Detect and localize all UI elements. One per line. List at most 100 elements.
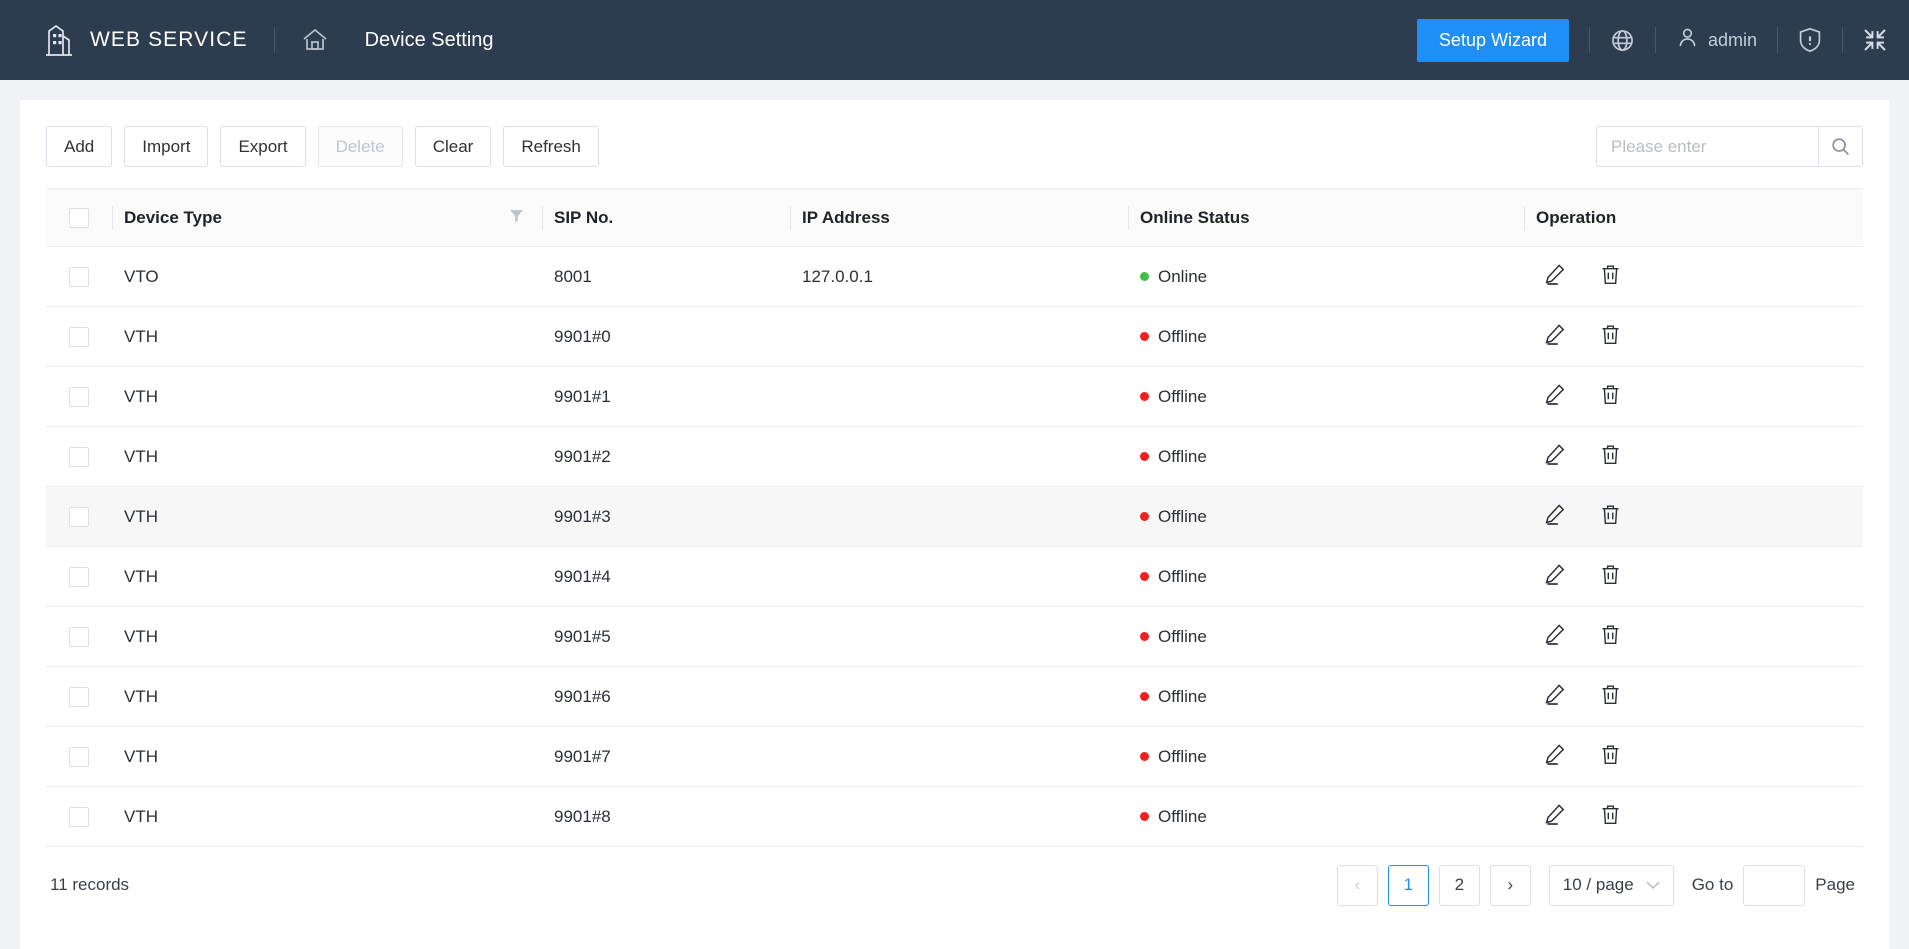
status-dot — [1140, 692, 1149, 701]
globe-icon[interactable] — [1610, 28, 1635, 53]
row-select-cell — [46, 426, 112, 487]
edit-icon[interactable] — [1544, 683, 1566, 710]
cell-sip-no: 9901#4 — [542, 546, 790, 607]
cell-sip-no: 9901#7 — [542, 726, 790, 787]
edit-icon[interactable] — [1544, 623, 1566, 650]
collapse-icon[interactable] — [1863, 28, 1887, 52]
edit-icon[interactable] — [1544, 743, 1566, 770]
search-input[interactable] — [1596, 126, 1818, 167]
edit-icon[interactable] — [1544, 263, 1566, 290]
user-menu[interactable]: admin — [1676, 26, 1757, 54]
cell-device-type: VTH — [112, 426, 542, 487]
row-select-cell — [46, 666, 112, 727]
column-device-type-label: Device Type — [124, 207, 222, 227]
clear-button[interactable]: Clear — [414, 126, 492, 167]
table-row[interactable]: VTH 9901#4 Offline — [46, 546, 1863, 607]
pagination-page-1[interactable]: 1 — [1387, 864, 1429, 906]
table-row[interactable]: VTH 9901#3 Offline — [46, 486, 1863, 547]
cell-device-type: VTH — [112, 366, 542, 427]
row-checkbox[interactable] — [69, 686, 89, 707]
goto-page-input[interactable] — [1743, 864, 1806, 906]
header-actions: Setup Wizard admin — [1416, 0, 1887, 80]
cell-online-status: Offline — [1128, 726, 1524, 787]
row-checkbox[interactable] — [69, 806, 89, 827]
table-row[interactable]: VTO 8001 127.0.0.1 Online — [46, 246, 1863, 307]
cell-device-type: VTH — [112, 306, 542, 367]
delete-icon[interactable] — [1600, 504, 1621, 530]
delete-icon[interactable] — [1600, 684, 1621, 710]
import-button[interactable]: Import — [124, 126, 209, 167]
delete-icon[interactable] — [1600, 444, 1621, 470]
cell-ip-address — [790, 306, 1128, 367]
table-row[interactable]: VTH 9901#7 Offline — [46, 726, 1863, 787]
row-checkbox[interactable] — [69, 446, 89, 467]
row-checkbox[interactable] — [69, 566, 89, 587]
edit-icon[interactable] — [1544, 323, 1566, 350]
delete-icon[interactable] — [1600, 564, 1621, 590]
cell-operation — [1524, 786, 1863, 847]
cell-device-type: VTO — [112, 246, 542, 307]
column-sip-no[interactable]: SIP No. — [542, 188, 790, 247]
status-badge: Offline — [1140, 567, 1524, 587]
delete-icon[interactable] — [1600, 624, 1621, 650]
table-row[interactable]: VTH 9901#6 Offline — [46, 666, 1863, 727]
filter-icon[interactable] — [509, 208, 524, 228]
row-select-cell — [46, 246, 112, 307]
row-select-cell — [46, 366, 112, 427]
delete-icon[interactable] — [1600, 744, 1621, 770]
cell-online-status: Offline — [1128, 426, 1524, 487]
row-checkbox[interactable] — [69, 746, 89, 767]
table-row[interactable]: VTH 9901#5 Offline — [46, 606, 1863, 667]
edit-icon[interactable] — [1544, 803, 1566, 830]
shield-icon[interactable] — [1798, 27, 1822, 53]
cell-sip-no: 9901#1 — [542, 366, 790, 427]
row-select-cell — [46, 726, 112, 787]
pagination: ‹ 1 2 › 10 / page Go to Page — [1336, 864, 1859, 906]
edit-icon[interactable] — [1544, 443, 1566, 470]
home-icon[interactable] — [301, 26, 329, 54]
column-ip-address[interactable]: IP Address — [790, 188, 1128, 247]
select-all-checkbox[interactable] — [69, 207, 89, 228]
cell-sip-no: 9901#5 — [542, 606, 790, 667]
status-label: Offline — [1158, 386, 1207, 406]
table-row[interactable]: VTH 9901#0 Offline — [46, 306, 1863, 367]
cell-device-type: VTH — [112, 486, 542, 547]
row-checkbox[interactable] — [69, 326, 89, 347]
table-row[interactable]: VTH 9901#2 Offline — [46, 426, 1863, 487]
row-checkbox[interactable] — [69, 266, 89, 287]
refresh-button[interactable]: Refresh — [503, 126, 599, 167]
table-row[interactable]: VTH 9901#1 Offline — [46, 366, 1863, 427]
column-device-type[interactable]: Device Type — [112, 188, 542, 247]
row-select-cell — [46, 786, 112, 847]
row-checkbox[interactable] — [69, 386, 89, 407]
setup-wizard-button[interactable]: Setup Wizard — [1416, 18, 1569, 62]
row-checkbox[interactable] — [69, 506, 89, 527]
status-dot — [1140, 812, 1149, 821]
page-size-select[interactable]: 10 / page — [1548, 864, 1674, 906]
delete-icon[interactable] — [1600, 804, 1621, 830]
export-button[interactable]: Export — [220, 126, 306, 167]
delete-icon[interactable] — [1600, 324, 1621, 350]
search-icon[interactable] — [1818, 126, 1863, 167]
column-online-status[interactable]: Online Status — [1128, 188, 1524, 247]
user-icon — [1676, 26, 1699, 54]
status-dot — [1140, 392, 1149, 401]
status-label: Offline — [1158, 566, 1207, 586]
cell-ip-address — [790, 786, 1128, 847]
cell-online-status: Offline — [1128, 786, 1524, 847]
row-checkbox[interactable] — [69, 626, 89, 647]
cell-online-status: Offline — [1128, 546, 1524, 607]
status-badge: Offline — [1140, 387, 1524, 407]
status-dot — [1140, 752, 1149, 761]
edit-icon[interactable] — [1544, 383, 1566, 410]
pagination-next[interactable]: › — [1489, 864, 1531, 906]
pagination-page-2[interactable]: 2 — [1438, 864, 1480, 906]
page-title: Device Setting — [364, 28, 494, 51]
delete-icon[interactable] — [1600, 384, 1621, 410]
edit-icon[interactable] — [1544, 503, 1566, 530]
edit-icon[interactable] — [1544, 563, 1566, 590]
add-button[interactable]: Add — [46, 126, 113, 167]
table-row[interactable]: VTH 9901#8 Offline — [46, 786, 1863, 847]
device-setting-card: Add Import Export Delete Clear Refresh P… — [20, 100, 1889, 949]
delete-icon[interactable] — [1600, 264, 1621, 290]
